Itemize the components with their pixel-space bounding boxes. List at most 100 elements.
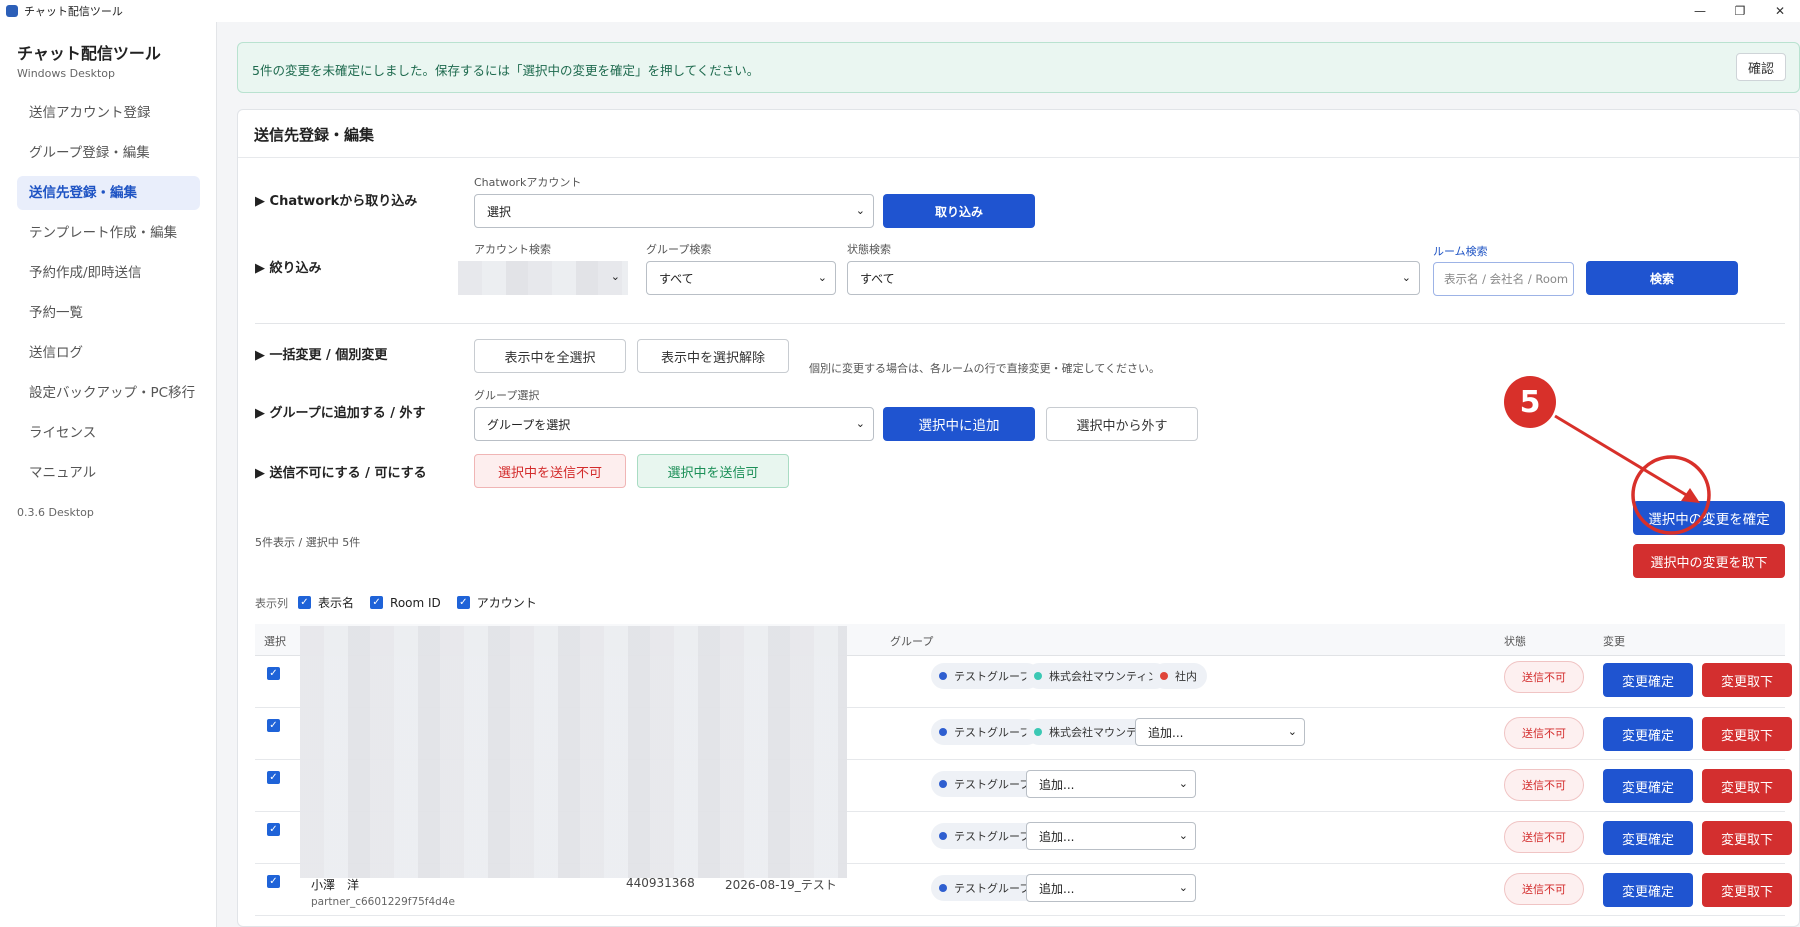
header-status: 状態 bbox=[1504, 635, 1526, 648]
chatwork-account-select[interactable]: 選択 ⌄ bbox=[474, 194, 874, 228]
sidebar-item-license[interactable]: ライセンス bbox=[17, 416, 200, 450]
minimize-icon[interactable]: — bbox=[1680, 0, 1720, 22]
group-select-label: グループ選択 bbox=[474, 389, 540, 402]
checkbox-checked-icon[interactable]: ✓ bbox=[370, 596, 384, 609]
sidebar-item-backup[interactable]: 設定バックアップ・PC移行 bbox=[17, 376, 200, 410]
row-confirm-button[interactable]: 変更確定 bbox=[1603, 821, 1693, 855]
display-name: 小澤 洋 bbox=[311, 878, 360, 892]
restore-icon[interactable]: ❐ bbox=[1720, 0, 1760, 22]
chevron-down-icon: ⌄ bbox=[1178, 881, 1188, 894]
row-checkbox[interactable]: ✓ bbox=[267, 719, 280, 732]
add-group-select[interactable]: 追加... ⌄ bbox=[1026, 770, 1196, 798]
group-dot-icon bbox=[939, 832, 947, 840]
group-dot-icon bbox=[1034, 672, 1042, 680]
add-to-selected-button[interactable]: 選択中に追加 bbox=[883, 407, 1035, 441]
filter-section-label: ▶ 絞り込み bbox=[255, 261, 322, 276]
column-toggle-room-id[interactable]: ✓ Room ID bbox=[370, 596, 441, 610]
bulk-section-label: ▶ 一括変更 / 個別変更 bbox=[255, 348, 388, 363]
annotation-badge: 5 bbox=[1504, 376, 1556, 428]
group-search-select[interactable]: すべて ⌄ bbox=[646, 261, 836, 295]
add-group-value: 追加... bbox=[1039, 777, 1075, 792]
sidebar-item-send-log[interactable]: 送信ログ bbox=[17, 336, 200, 370]
sidebar-item-schedule-list[interactable]: 予約一覧 bbox=[17, 296, 200, 330]
group-dot-icon bbox=[939, 780, 947, 788]
status-search-select[interactable]: すべて ⌄ bbox=[847, 261, 1420, 295]
column-toggle-account[interactable]: ✓ アカウント bbox=[456, 594, 537, 611]
group-chip: テストグループ bbox=[931, 719, 1041, 745]
group-chip: テストグループ bbox=[931, 823, 1041, 849]
account-search-select[interactable]: ⌄ bbox=[458, 261, 628, 295]
add-group-select[interactable]: 追加... ⌄ bbox=[1026, 822, 1196, 850]
columns-label: 表示列 bbox=[255, 596, 288, 610]
row-cancel-button[interactable]: 変更取下 bbox=[1702, 769, 1792, 803]
column-toggle-label: 表示名 bbox=[318, 596, 355, 610]
group-chip-label: テストグループ bbox=[954, 882, 1031, 895]
row-checkbox[interactable]: ✓ bbox=[267, 875, 280, 888]
select-all-button[interactable]: 表示中を全選択 bbox=[474, 339, 626, 373]
redacted-block bbox=[458, 261, 628, 295]
window-controls: — ❐ ✕ bbox=[1680, 0, 1800, 22]
sidebar: チャット配信ツール Windows Desktop 送信アカウント登録 グループ… bbox=[0, 22, 217, 927]
destinations-panel: 送信先登録・編集 ▶ Chatworkから取り込み Chatworkアカウント … bbox=[237, 109, 1800, 927]
row-confirm-button[interactable]: 変更確定 bbox=[1603, 769, 1693, 803]
display-name-sub: partner_c6601229f75f4d4e bbox=[311, 896, 455, 908]
platform-label: Windows Desktop bbox=[17, 67, 115, 80]
sidebar-item-manual[interactable]: マニュアル bbox=[17, 456, 200, 490]
checkbox-checked-icon[interactable]: ✓ bbox=[298, 596, 311, 609]
status-badge: 送信不可 bbox=[1504, 821, 1584, 853]
sidebar-item-destinations[interactable]: 送信先登録・編集 bbox=[17, 176, 200, 210]
column-toggle-name[interactable]: ✓ 表示名 bbox=[298, 594, 354, 611]
row-cancel-button[interactable]: 変更取下 bbox=[1702, 873, 1792, 907]
add-group-value: 追加... bbox=[1039, 881, 1075, 896]
disable-send-button[interactable]: 選択中を送信不可 bbox=[474, 454, 626, 488]
import-section-label: ▶ Chatworkから取り込み bbox=[255, 194, 418, 209]
chevron-down-icon: ⌄ bbox=[610, 270, 620, 283]
sidebar-item-schedule-send[interactable]: 予約作成/即時送信 bbox=[17, 256, 200, 290]
confirm-selected-changes-button[interactable]: 選択中の変更を確定 bbox=[1633, 501, 1785, 535]
chevron-down-icon: ⌄ bbox=[855, 204, 865, 217]
group-select[interactable]: グループを選択 ⌄ bbox=[474, 407, 874, 441]
sidebar-item-templates[interactable]: テンプレート作成・編集 bbox=[17, 216, 200, 250]
room-search-label: ルーム検索 bbox=[1433, 245, 1488, 258]
sidebar-item-groups[interactable]: グループ登録・編集 bbox=[17, 136, 200, 170]
deselect-all-button[interactable]: 表示中を選択解除 bbox=[637, 339, 789, 373]
group-dot-icon bbox=[939, 728, 947, 736]
row-count: 5件表示 / 選択中 5件 bbox=[255, 536, 361, 549]
status-badge: 送信不可 bbox=[1504, 717, 1584, 749]
notice-ok-button[interactable]: 確認 bbox=[1736, 53, 1786, 81]
group-chip-label: テストグループ bbox=[954, 726, 1031, 739]
row-checkbox[interactable]: ✓ bbox=[267, 667, 280, 680]
account-name: 2026-08-19_テスト bbox=[725, 878, 837, 892]
enable-send-button[interactable]: 選択中を送信可 bbox=[637, 454, 789, 488]
row-confirm-button[interactable]: 変更確定 bbox=[1603, 873, 1693, 907]
import-button[interactable]: 取り込み bbox=[883, 194, 1035, 228]
app-name: チャット配信ツール bbox=[17, 44, 161, 63]
version-label: 0.3.6 Desktop bbox=[17, 506, 94, 519]
add-group-select[interactable]: 追加... ⌄ bbox=[1135, 718, 1305, 746]
group-search-value: すべて bbox=[659, 271, 694, 286]
group-select-value: グループを選択 bbox=[487, 417, 571, 432]
chevron-down-icon: ⌄ bbox=[1178, 829, 1188, 842]
send-toggle-section-label: ▶ 送信不可にする / 可にする bbox=[255, 466, 427, 481]
status-badge: 送信不可 bbox=[1504, 661, 1584, 693]
row-cancel-button[interactable]: 変更取下 bbox=[1702, 717, 1792, 751]
add-group-select[interactable]: 追加... ⌄ bbox=[1026, 874, 1196, 902]
page-title: 送信先登録・編集 bbox=[254, 126, 375, 144]
cancel-selected-changes-button[interactable]: 選択中の変更を取下 bbox=[1633, 544, 1785, 578]
row-cancel-button[interactable]: 変更取下 bbox=[1702, 663, 1792, 697]
close-icon[interactable]: ✕ bbox=[1760, 0, 1800, 22]
app-icon bbox=[6, 5, 18, 17]
row-confirm-button[interactable]: 変更確定 bbox=[1603, 663, 1693, 697]
column-toggles: 表示列 ✓ 表示名 ✓ Room ID ✓ アカウント bbox=[255, 594, 553, 611]
room-search-input[interactable]: 表示名 / 会社名 / Room bbox=[1433, 262, 1574, 296]
sidebar-item-sender-accounts[interactable]: 送信アカウント登録 bbox=[17, 96, 200, 130]
group-edit-section-label: ▶ グループに追加する / 外す bbox=[255, 406, 426, 421]
row-confirm-button[interactable]: 変更確定 bbox=[1603, 717, 1693, 751]
window-title: チャット配信ツール bbox=[24, 5, 123, 18]
search-button[interactable]: 検索 bbox=[1586, 261, 1738, 295]
row-cancel-button[interactable]: 変更取下 bbox=[1702, 821, 1792, 855]
checkbox-checked-icon[interactable]: ✓ bbox=[456, 596, 470, 609]
row-checkbox[interactable]: ✓ bbox=[267, 771, 280, 784]
row-checkbox[interactable]: ✓ bbox=[267, 823, 280, 836]
remove-from-selected-button[interactable]: 選択中から外す bbox=[1046, 407, 1198, 441]
